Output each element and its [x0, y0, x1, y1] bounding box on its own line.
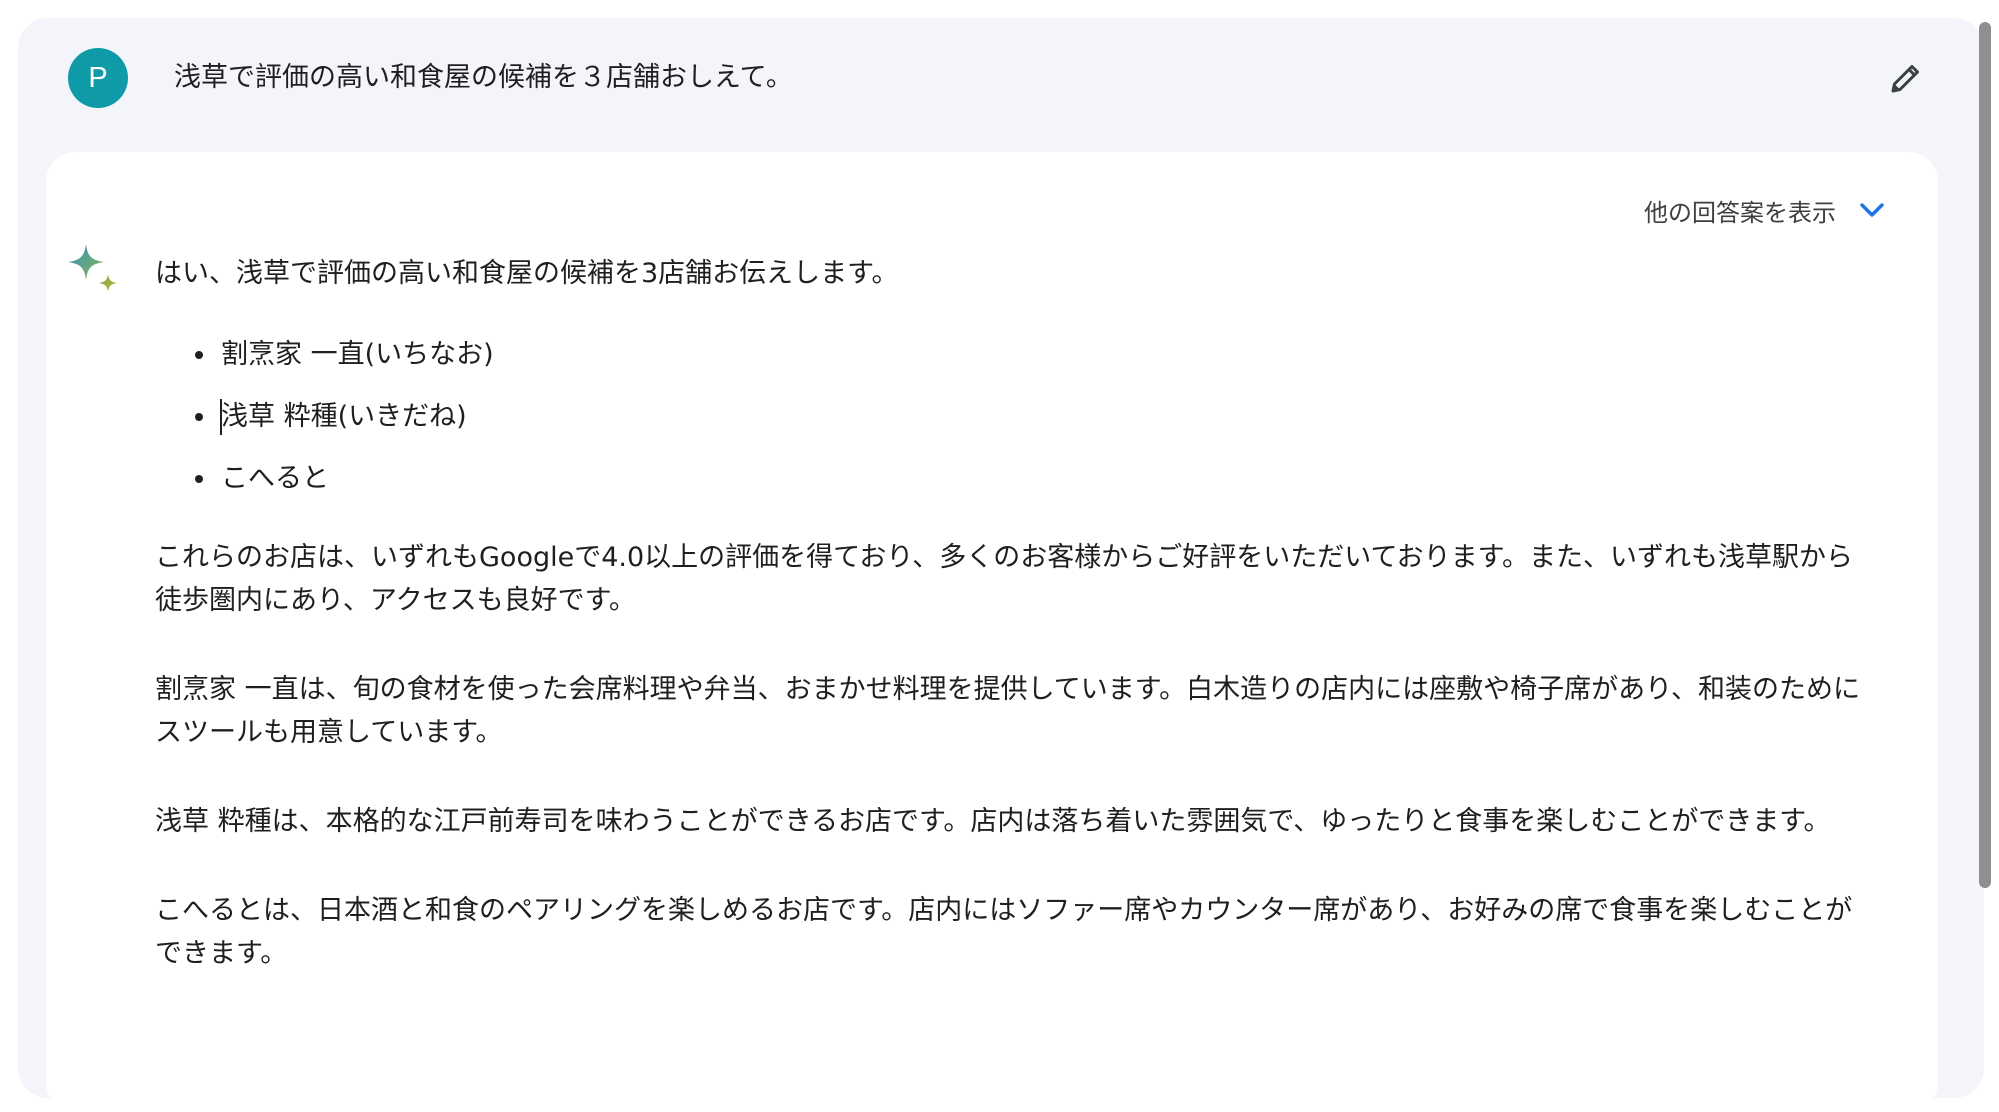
scrollbar[interactable]	[1979, 22, 1991, 888]
response-content: はい、浅草で評価の高い和食屋の候補を3店舗お伝えします。 割烹家 一直(いちなお…	[155, 252, 1875, 1021]
list-item-text: 浅草 粋種(いきだね)	[221, 401, 467, 432]
chevron-down-icon	[1860, 203, 1884, 217]
paragraph-koheruto: こへるとは、日本酒と和食のペアリングを楽しめるお店です。店内にはソファー席やカウ…	[155, 895, 1853, 969]
edit-prompt-button[interactable]	[1884, 56, 1928, 100]
paragraph-summary: これらのお店は、いずれもGoogleで4.0以上の評価を得ており、多くのお客様か…	[155, 542, 1853, 616]
response-card: 他の回答案を表示 はい、浅草で評価の高い和食屋の候補を3店舗お伝えします。 割烹…	[46, 152, 1938, 1112]
restaurant-list: 割烹家 一直(いちなお) 浅草 粋種(いきだね) こへると	[155, 333, 1875, 500]
list-item: こへると	[195, 457, 1875, 500]
response-intro: はい、浅草で評価の高い和食屋の候補を3店舗お伝えします。	[155, 258, 899, 289]
sparkle-icon	[68, 244, 117, 292]
text-cursor	[220, 399, 222, 435]
show-drafts-button[interactable]: 他の回答案を表示	[1644, 192, 1886, 228]
list-item: 浅草 粋種(いきだね)	[195, 395, 1875, 438]
user-prompt: P 浅草で評価の高い和食屋の候補を３店舗おしえて。	[68, 48, 1928, 108]
avatar[interactable]: P	[68, 48, 128, 108]
prompt-text: 浅草で評価の高い和食屋の候補を３店舗おしえて。	[174, 62, 793, 93]
pencil-icon	[1891, 65, 1919, 93]
paragraph-ikidane: 浅草 粋種は、本格的な江戸前寿司を味わうことができるお店です。店内は落ち着いた雰…	[155, 806, 1831, 837]
list-item: 割烹家 一直(いちなお)	[195, 333, 1875, 376]
paragraph-ichinao: 割烹家 一直は、旬の食材を使った会席料理や弁当、おまかせ料理を提供しています。白…	[155, 674, 1860, 748]
show-drafts-label: 他の回答案を表示	[1644, 198, 1836, 227]
conversation-panel: P 浅草で評価の高い和食屋の候補を３店舗おしえて。 他の回答案を表示 はい、浅草…	[18, 18, 1984, 1112]
